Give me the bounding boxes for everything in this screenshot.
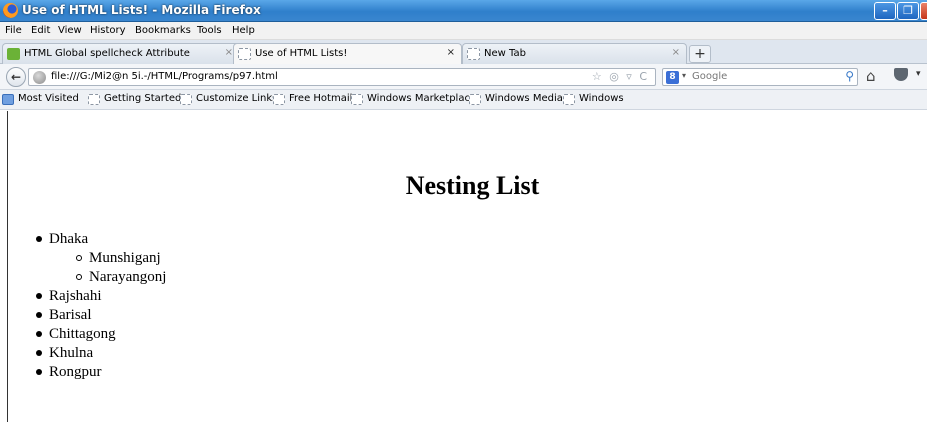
tab-strip: HTML Global spellcheck Attribute × Use o… — [0, 40, 927, 65]
list-item: Dhaka — [36, 231, 88, 248]
tab-label: HTML Global spellcheck Attribute — [24, 48, 190, 59]
firefox-logo-icon — [3, 3, 18, 18]
minimize-button[interactable]: – — [874, 2, 896, 20]
url-bar-icons[interactable]: ☆ ◎ ▿ C — [592, 70, 649, 83]
tab-new-tab[interactable]: New Tab × — [462, 43, 687, 64]
menu-edit[interactable]: Edit — [31, 25, 50, 36]
nested-list-item: Munshiganj — [76, 250, 161, 267]
search-input[interactable]: Google — [692, 71, 727, 82]
tab-label: Use of HTML Lists! — [255, 48, 348, 59]
window-title: Use of HTML Lists! - Mozilla Firefox — [22, 3, 261, 17]
list-item: Rongpur — [36, 364, 102, 381]
blank-page-icon — [351, 94, 363, 105]
blank-page-icon — [238, 48, 251, 60]
list-item-text: Dhaka — [49, 231, 89, 247]
blank-page-icon — [467, 48, 480, 60]
bullet-disc-icon — [36, 349, 42, 356]
url-text[interactable]: file:///G:/Mi2@n 5i.-/HTML/Programs/p97.… — [51, 71, 278, 82]
bookmarks-bar: Most Visited Getting Started Customize L… — [0, 90, 927, 110]
bookmark-label: Most Visited — [18, 93, 79, 104]
menu-file[interactable]: File — [5, 25, 22, 36]
nested-list-item: Narayangonj — [76, 269, 166, 286]
tab-close-icon[interactable]: × — [447, 47, 455, 58]
bookmark-getting-started[interactable]: Getting Started — [88, 93, 182, 105]
bullet-disc-icon — [36, 368, 42, 375]
bookmark-windows-marketplace[interactable]: Windows Marketplace — [351, 93, 477, 105]
list-item: Barisal — [36, 307, 92, 324]
tab-label: New Tab — [484, 48, 526, 59]
bookmark-label: Windows Marketplace — [367, 93, 477, 104]
bullet-disc-icon — [36, 330, 42, 337]
menu-view[interactable]: View — [58, 25, 82, 36]
tab-use-of-html-lists[interactable]: Use of HTML Lists! × — [233, 43, 462, 65]
pocket-icon[interactable] — [894, 68, 908, 81]
bullet-circle-icon — [76, 254, 82, 261]
bullet-circle-icon — [76, 273, 82, 280]
new-tab-button[interactable]: + — [689, 45, 711, 63]
bullet-disc-icon — [36, 311, 42, 318]
menu-history[interactable]: History — [90, 25, 126, 36]
window-titlebar: Use of HTML Lists! - Mozilla Firefox – ❐… — [0, 0, 927, 22]
bookmark-label: Windows — [579, 93, 624, 104]
maximize-button[interactable]: ❐ — [897, 2, 919, 20]
window-left-border — [7, 111, 8, 422]
close-window-button[interactable]: X — [920, 2, 927, 20]
tab-spellcheck[interactable]: HTML Global spellcheck Attribute × — [2, 43, 240, 64]
list-item-text: Narayangonj — [89, 269, 167, 285]
globe-icon — [33, 71, 46, 84]
blank-page-icon — [88, 94, 100, 105]
search-engine-dropdown-icon[interactable]: ▾ — [682, 71, 686, 80]
back-button[interactable]: ← — [6, 67, 26, 87]
bookmark-free-hotmail[interactable]: Free Hotmail — [273, 93, 353, 105]
list-item: Khulna — [36, 345, 93, 362]
bullet-disc-icon — [36, 292, 42, 299]
bookmark-windows[interactable]: Windows — [563, 93, 624, 105]
tab-close-icon[interactable]: × — [225, 47, 233, 58]
navigation-bar: ← file:///G:/Mi2@n 5i.-/HTML/Programs/p9… — [0, 64, 927, 90]
list-item-text: Munshiganj — [89, 250, 161, 266]
url-bar[interactable]: file:///G:/Mi2@n 5i.-/HTML/Programs/p97.… — [28, 68, 656, 86]
most-visited-icon — [2, 94, 14, 105]
search-magnifier-icon[interactable]: ⚲ — [845, 69, 854, 83]
bookmark-label: Customize Links — [196, 93, 278, 104]
list-item: Chittagong — [36, 326, 116, 343]
google-search-engine-icon[interactable]: 8 — [666, 71, 679, 84]
list-item-text: Khulna — [49, 345, 94, 361]
bullet-disc-icon — [36, 235, 42, 242]
overflow-menu-icon[interactable]: ▾ — [916, 69, 921, 79]
menu-tools[interactable]: Tools — [197, 25, 222, 36]
bookmark-most-visited[interactable]: Most Visited — [2, 93, 79, 105]
page-heading: Nesting List — [405, 171, 540, 200]
menu-bookmarks[interactable]: Bookmarks — [135, 25, 191, 36]
menu-bar: File Edit View History Bookmarks Tools H… — [0, 22, 927, 40]
blank-page-icon — [469, 94, 481, 105]
home-icon[interactable]: ⌂ — [866, 67, 876, 85]
list-item-text: Rajshahi — [49, 288, 102, 304]
bookmark-label: Free Hotmail — [289, 93, 353, 104]
list-item-text: Rongpur — [49, 364, 102, 380]
tab-close-icon[interactable]: × — [672, 47, 680, 58]
bookmark-label: Getting Started — [104, 93, 182, 104]
blank-page-icon — [180, 94, 192, 105]
menu-help[interactable]: Help — [232, 25, 255, 36]
list-item-text: Chittagong — [49, 326, 116, 342]
bookmark-windows-media[interactable]: Windows Media — [469, 93, 563, 105]
bookmark-customize-links[interactable]: Customize Links — [180, 93, 278, 105]
blank-page-icon — [273, 94, 285, 105]
list-item-text: Barisal — [49, 307, 92, 323]
search-bar[interactable]: 8 ▾ Google ⚲ — [662, 68, 858, 86]
blank-page-icon — [563, 94, 575, 105]
bookmark-label: Windows Media — [485, 93, 563, 104]
list-item: Rajshahi — [36, 288, 102, 305]
page-content: Nesting List Dhaka Munshiganj Narayangon… — [0, 111, 927, 422]
w3-icon — [7, 48, 20, 60]
